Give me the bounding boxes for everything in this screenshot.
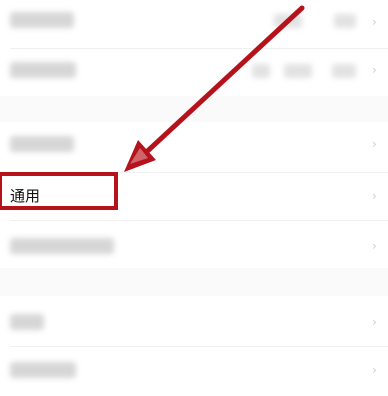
settings-row-2[interactable]: › (0, 48, 388, 98)
chevron-right-icon: › (372, 15, 377, 29)
row-label-blurred (10, 136, 74, 152)
settings-row-3[interactable]: › (0, 122, 388, 172)
chevron-right-icon: › (372, 63, 377, 77)
settings-row-7[interactable]: › (0, 346, 388, 396)
highlight-box (0, 172, 118, 210)
row-label-blurred (10, 238, 114, 254)
settings-row-1[interactable]: › (0, 0, 388, 50)
row-label-blurred (10, 12, 74, 28)
row-value-blurred (252, 64, 270, 78)
settings-group-3: › › (0, 296, 388, 396)
chevron-right-icon: › (372, 363, 377, 377)
chevron-right-icon: › (372, 189, 377, 203)
row-value-blurred (274, 14, 302, 28)
settings-row-5[interactable]: › (0, 220, 388, 270)
row-label-blurred (10, 62, 76, 78)
chevron-right-icon: › (372, 315, 377, 329)
row-value-blurred (334, 14, 356, 28)
row-value-blurred (284, 64, 312, 78)
row-label-blurred (10, 362, 76, 378)
settings-row-6[interactable]: › (0, 296, 388, 346)
row-label-blurred (10, 314, 44, 330)
chevron-right-icon: › (372, 137, 377, 151)
settings-group-1: › › (0, 0, 388, 96)
row-value-blurred (332, 64, 356, 78)
chevron-right-icon: › (372, 239, 377, 253)
